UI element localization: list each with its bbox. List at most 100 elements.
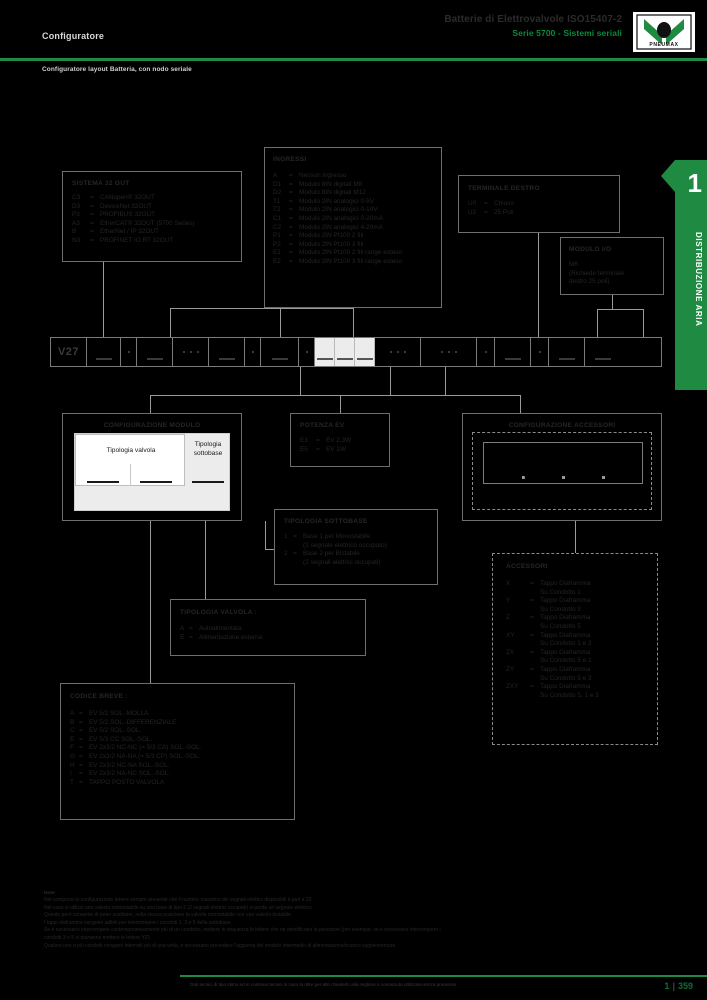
code-bar-cell-6[interactable] [245, 338, 261, 366]
sistema-row: P3 = PROFIBUS 32OUT [72, 211, 241, 220]
header-left-label: Configuratore [42, 31, 105, 41]
legend-row-text: Alimentazione esterna [199, 633, 263, 641]
code-bar-cell-7[interactable] [261, 338, 299, 366]
accessori-preview-panel[interactable] [483, 442, 643, 484]
legend-row-text: Tappo Diaframma [540, 597, 591, 605]
notes-line: Nel caso si utilizzi una valvola monosta… [44, 904, 314, 911]
connector-bar-down-c [390, 367, 391, 395]
legend-row-text: 25 Poli [494, 208, 514, 216]
legend-row-code: B [70, 718, 75, 726]
accessori-port-5[interactable] [602, 476, 605, 479]
code-bar-cell-12[interactable] [375, 338, 421, 366]
configurazione-modulo-title: CONFIGURAZIONE MODULO [103, 422, 201, 429]
legend-row-text: Autoalimentata [199, 625, 242, 632]
legend-row-text: EV 2x3/2 NA-NC SOL.-SOL. [89, 770, 170, 778]
code-bar-blank [271, 358, 288, 360]
connector-ingressi-h [170, 308, 280, 309]
legend-row-code: E1 [273, 249, 281, 257]
code-bar-cell-9[interactable] [315, 338, 335, 366]
legend-row-code: 2 [284, 550, 288, 558]
legend-row-text: EV 2,3W [326, 437, 352, 444]
modulo-io-line: (Richiede terminale [569, 269, 625, 277]
legend-row-equals: = [79, 727, 83, 735]
code-bar-cell-8[interactable] [299, 338, 315, 366]
code-bar-cell-16[interactable] [531, 338, 549, 366]
accessori-rows: X = Tappo Diaframma Su Condotto 1 Y = Tappo Di… [506, 580, 657, 700]
legend-row-text: Modulo 2IN Pt100 2 fili range esteso [299, 249, 403, 257]
modulo-subbase-slot[interactable] [192, 481, 224, 483]
potenza-ev-title: POTENZA EV [300, 422, 345, 429]
legend-row-sub: Su Condotto 5 e 3 [506, 675, 657, 684]
legend-row-equals: = [293, 533, 297, 540]
code-bar-cell-15[interactable] [495, 338, 531, 366]
modulo-valve-label: Tipologia valvola [106, 447, 156, 454]
code-bar-cell-0[interactable]: V27 [51, 338, 87, 366]
code-bar-cell-1[interactable] [87, 338, 121, 366]
legend-row-code: P3 [72, 211, 80, 219]
legend-row-sub-text: Su Condotto 5, 1 e 3 [540, 691, 599, 699]
legend-row-text: Modulo 2IN analogici 4-20mA [299, 223, 383, 231]
notes-line: Questo però consente di poter sostituire… [44, 912, 293, 919]
code-bar-cell-17[interactable] [549, 338, 585, 366]
code-bar-cell-18[interactable] [585, 338, 621, 366]
modulo-valve-slot-1[interactable] [87, 481, 119, 483]
accessori-port-3[interactable] [562, 476, 565, 479]
code-bar-dot [403, 351, 406, 353]
legend-row-code: E3 [300, 437, 308, 444]
sistema-32out-title: SISTEMA 32 OUT [72, 180, 130, 187]
accessori-port-1[interactable] [522, 476, 525, 479]
code-bar-cell-14[interactable] [477, 338, 495, 366]
connector-moduloio-a [612, 295, 613, 309]
connector-modulo-codice [150, 521, 151, 683]
footer-disclaimer: Dati tecnici di tipo stimo ed in continu… [190, 982, 457, 987]
pneumax-logo: PNEUMAX [633, 12, 695, 52]
legend-row-equals: = [79, 710, 83, 717]
product-code-bar[interactable]: V27 [50, 337, 662, 367]
legend-row-equals: = [289, 232, 293, 240]
legend-row-text: Modulo 2IN analogici 0-10V [299, 206, 378, 214]
code-bar-cell-4[interactable] [173, 338, 209, 366]
legend-row-equals: = [316, 445, 320, 453]
code-bar-cell-3[interactable] [137, 338, 173, 366]
legend-row-code: D3 [72, 202, 81, 210]
legend-row-code: P1 [273, 232, 281, 240]
legend-row-equals: = [289, 240, 293, 248]
code-bar-cell-13[interactable] [421, 338, 477, 366]
legend-row-code: Z [506, 614, 510, 622]
legend-row-sub-text: (2 segnali elettrici occupati) [303, 558, 381, 566]
legend-row-sub-pad [506, 675, 540, 684]
accessori-row: Y = Tappo Diaframma [506, 597, 657, 606]
terminale-destro-rows: U0 = Chiuso U2 = 25 Poli [468, 200, 619, 217]
legend-row-equals: = [79, 718, 83, 726]
legend-row-sub-pad [506, 640, 540, 649]
code-bar-cell-5[interactable] [209, 338, 245, 366]
code-bar-cell-2[interactable] [121, 338, 137, 366]
legend-row-code: X [506, 580, 511, 587]
legend-row-text: EV 5/2 SOL.-DIFFERENZIALE [89, 718, 177, 726]
modulo-preview-panel[interactable]: Tipologia valvola Tipologia sottobase [74, 433, 230, 511]
connector-modulo-sottobase-v [265, 521, 266, 549]
connector-moduloio-c [643, 309, 644, 337]
code-bar-cell-10[interactable] [335, 338, 355, 366]
legend-row-code: A [180, 625, 185, 632]
accessori-row: X = Tappo Diaframma [506, 580, 657, 589]
codice-breve-title: CODICE BREVE : [70, 693, 128, 700]
footer-section-number: 1 [664, 981, 670, 991]
code-bar-cell-11[interactable] [355, 338, 375, 366]
modulo-valve-slot-2[interactable] [140, 481, 172, 483]
legend-row-sub: Su Condotto 5 e 1 [506, 657, 657, 666]
legend-row-equals: = [289, 249, 293, 257]
legend-row-text: EV 5/3 CC SOL.-SOL. [89, 735, 153, 743]
legend-row-code: P2 [273, 240, 281, 248]
legend-row-code: G [70, 752, 75, 760]
sistema-32out-box: SISTEMA 32 OUT C3 = CANopen® 32OUT D3 = Devic… [62, 171, 242, 262]
legend-row-text: DeviceNet 32OUT [100, 202, 152, 210]
ingressi-row: T1 = Modulo 2IN analogici 0-5V [273, 198, 441, 207]
connector-moduloio-b [597, 309, 598, 337]
legend-row-code: I [70, 770, 72, 778]
connector-terminale [538, 233, 539, 337]
legend-row-text: PROFIBUS 32OUT [100, 211, 156, 219]
code-bar-dot [447, 351, 450, 353]
legend-row-code: F [70, 744, 74, 752]
legend-row-text: Modulo 2IN analogici 0-20mA [299, 214, 383, 222]
